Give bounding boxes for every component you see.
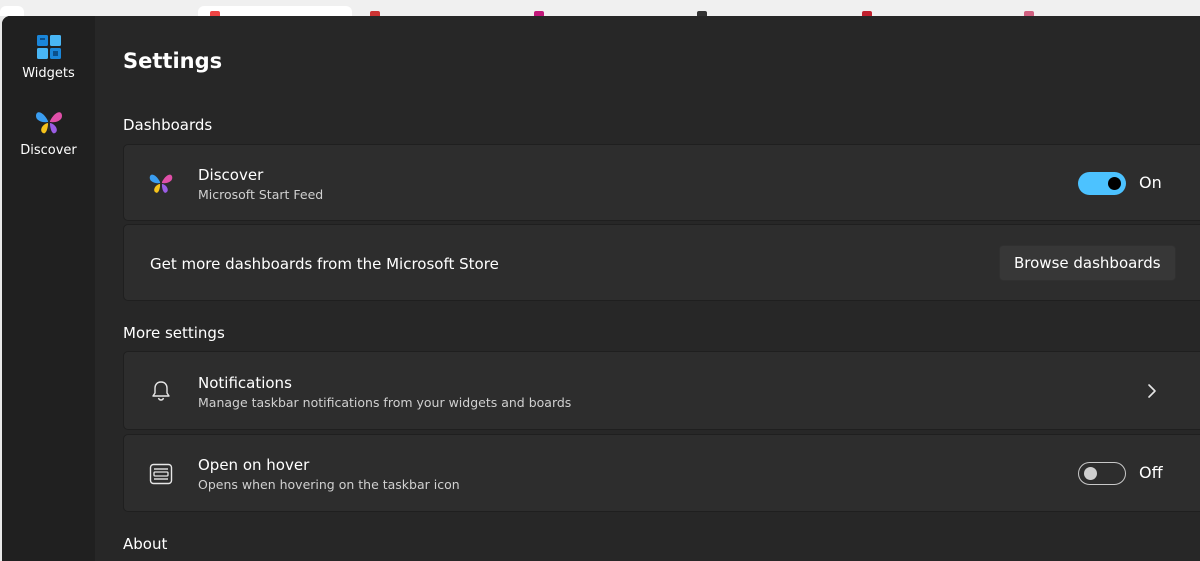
section-title-dashboards: Dashboards [123,116,213,134]
background-tab-strip [0,0,1200,16]
nav-item-discover[interactable]: Discover [2,107,95,177]
discover-subtitle: Microsoft Start Feed [198,187,324,202]
nav-item-discover-label: Discover [20,143,77,158]
background-tab [0,6,24,16]
section-title-about: About [123,535,168,553]
widgets-settings-window: Widgets Discover Settings Dashboards Dis… [2,16,1200,561]
discover-toggle-state: On [1139,173,1162,192]
open-on-hover-toggle-state: Off [1139,463,1163,482]
left-nav: Widgets Discover [2,16,95,561]
discover-title: Discover [198,166,264,184]
toggle-knob [1108,177,1121,190]
notifications-title: Notifications [198,374,292,392]
background-tab [198,6,352,16]
open-on-hover-toggle[interactable] [1078,462,1126,485]
open-on-hover-title: Open on hover [198,456,310,474]
chevron-right-icon [1148,384,1156,398]
open-on-hover-subtitle: Opens when hovering on the taskbar icon [198,477,460,492]
store-description: Get more dashboards from the Microsoft S… [150,255,499,273]
toggle-knob [1084,467,1097,480]
discover-butterfly-icon [149,174,173,193]
settings-main: Settings Dashboards Discover Microsoft S… [95,16,1200,561]
section-title-more-settings: More settings [123,324,225,342]
nav-item-widgets-label: Widgets [22,66,75,81]
notifications-subtitle: Manage taskbar notifications from your w… [198,395,572,410]
notifications-card[interactable]: Notifications Manage taskbar notificatio… [123,351,1200,430]
discover-toggle[interactable] [1078,172,1126,195]
open-on-hover-card: Open on hover Opens when hovering on the… [123,434,1200,512]
nav-item-widgets[interactable]: Widgets [2,34,95,104]
microsoft-store-card: Get more dashboards from the Microsoft S… [123,224,1200,301]
discover-dashboard-card: Discover Microsoft Start Feed On [123,144,1200,221]
page-title: Settings [123,49,223,73]
discover-butterfly-icon [35,112,62,134]
widgets-icon [36,35,61,59]
browse-dashboards-button[interactable]: Browse dashboards [999,245,1176,281]
bell-icon [152,381,170,401]
taskbar-panel-icon [149,463,173,485]
